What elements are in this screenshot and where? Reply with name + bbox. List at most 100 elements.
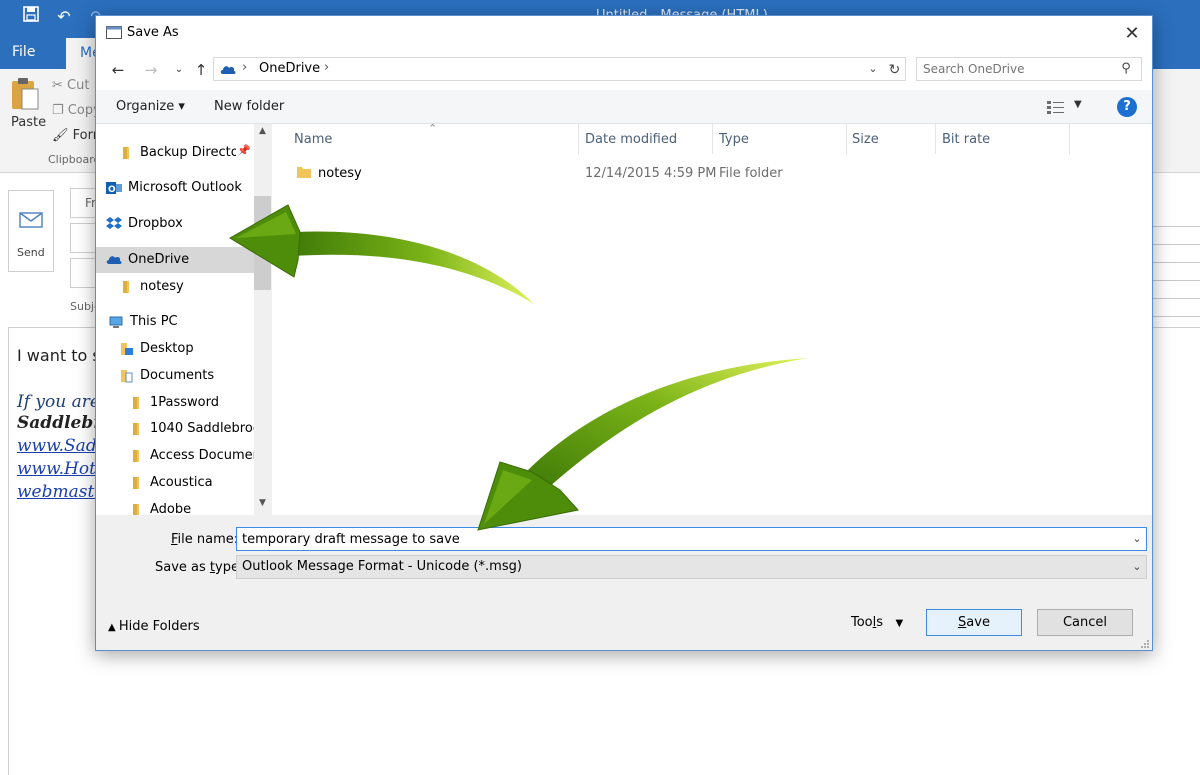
sidebar-item-1040-saddlebrook[interactable]: 1040 Saddlebrook (96, 416, 268, 442)
breadcrumb-chevron-icon[interactable]: › (324, 60, 329, 75)
sidebar-item-access-documents[interactable]: Access Documents (96, 443, 271, 469)
resize-grip-icon[interactable] (1138, 637, 1150, 649)
onedrive-icon (220, 66, 236, 74)
sidebar-item-label: 1040 Saddlebrook (150, 421, 269, 436)
outlook-icon: O (106, 180, 122, 196)
sidebar-item-documents[interactable]: Documents (96, 363, 254, 389)
navigation-pane: Backup Directory 📌 O Microsoft Outlook Dropb… (96, 124, 271, 515)
sidebar-item-label: This PC (130, 314, 178, 329)
folder-icon (128, 502, 144, 515)
field-divider (1152, 244, 1200, 245)
sidebar-item-notesy[interactable]: notesy (96, 274, 254, 300)
address-bar[interactable]: › OneDrive › (213, 57, 906, 81)
search-icon[interactable]: ⚲ (1117, 60, 1135, 78)
cancel-button[interactable]: Cancel (1037, 609, 1133, 636)
sidebar-item-microsoft-outlook[interactable]: O Microsoft Outlook (96, 175, 254, 201)
paste-button[interactable]: Paste (11, 115, 46, 130)
tab-file[interactable]: File (12, 44, 35, 60)
breadcrumb-chevron-icon[interactable]: › (242, 60, 247, 75)
sidebar-item-onedrive[interactable]: OneDrive (96, 247, 254, 273)
chevron-down-icon[interactable]: ⌄ (1128, 556, 1146, 578)
scrollbar-thumb[interactable] (254, 196, 271, 290)
dropbox-icon (106, 216, 122, 232)
up-arrow-icon[interactable]: ↑ (191, 60, 211, 80)
sidebar-item-this-pc[interactable]: This PC (96, 309, 254, 335)
cut-button[interactable]: ✂ Cut (52, 78, 89, 93)
paintbrush-icon: 🖌 (52, 128, 73, 143)
file-name-cell: notesy (318, 166, 362, 181)
envelope-icon (19, 212, 43, 228)
sidebar-item-label: Dropbox (128, 216, 183, 231)
sidebar-item-label: Backup Directory (140, 145, 252, 160)
folder-icon (128, 448, 144, 464)
sidebar-item-adobe[interactable]: Adobe (96, 497, 254, 515)
file-name-label: File name: (171, 532, 239, 547)
computer-icon (108, 314, 124, 330)
documents-folder-icon (118, 368, 134, 384)
field-divider (1152, 316, 1200, 317)
save-as-dialog: Save As ✕ ← → ⌄ ↑ › OneDrive › ⌄ ↻ ⚲ Org… (95, 15, 1153, 651)
tools-dropdown-icon: ▼ (895, 618, 904, 629)
copy-icon: ❐ (52, 103, 68, 118)
command-bar: Organize ▾ New folder ▼ ? (96, 90, 1152, 124)
scroll-down-icon[interactable]: ▼ (254, 498, 271, 514)
svg-text:O: O (108, 185, 116, 195)
scissors-icon: ✂ (52, 78, 68, 93)
sidebar-item-label: OneDrive (128, 252, 190, 267)
sidebar-item-backup-directory[interactable]: Backup Directory 📌 (96, 140, 254, 166)
field-divider (1152, 280, 1200, 281)
chevron-down-icon[interactable]: ⌄ (863, 57, 883, 81)
sidebar-item-1password[interactable]: 1Password (96, 390, 254, 416)
folder-icon (118, 145, 134, 161)
clipboard-icon[interactable] (10, 77, 40, 111)
search-input[interactable] (923, 60, 1113, 78)
help-icon[interactable]: ? (1117, 97, 1137, 117)
field-divider (1152, 298, 1200, 299)
close-icon[interactable]: ✕ (1114, 20, 1150, 48)
save-as-type-select[interactable]: Outlook Message Format - Unicode (*.msg)… (236, 555, 1147, 579)
save-as-type-label: Save as type: (155, 560, 244, 575)
save-options-panel: File name: ⌄ Save as type: Outlook Messa… (96, 515, 1152, 650)
file-name-combobox[interactable]: ⌄ (236, 527, 1147, 551)
save-as-type-value: Outlook Message Format - Unicode (*.msg) (242, 559, 522, 574)
chevron-down-icon[interactable]: ⌄ (1128, 528, 1146, 550)
scroll-up-icon[interactable]: ▲ (254, 126, 271, 142)
send-button[interactable] (8, 190, 54, 272)
pin-icon[interactable]: 📌 (236, 144, 252, 162)
sidebar-item-dropbox[interactable]: Dropbox (96, 211, 254, 237)
file-list: ⌃ Name Date modified Type Size Bit rate … (272, 122, 1152, 515)
view-options-chevron-icon[interactable]: ▼ (1074, 99, 1082, 110)
folder-icon (128, 421, 144, 437)
forward-arrow-icon[interactable]: → (141, 60, 161, 80)
copy-button[interactable]: ❐ Copy (52, 103, 101, 118)
date-modified-cell: 12/14/2015 4:59 PM (585, 166, 717, 181)
save-dialog-icon (106, 26, 122, 39)
recent-locations-chevron-icon[interactable]: ⌄ (169, 60, 189, 80)
hide-folders-button[interactable]: ▲ Hide Folders (108, 619, 200, 634)
navigation-bar: ← → ⌄ ↑ › OneDrive › ⌄ ↻ ⚲ (96, 50, 1152, 90)
send-label: Send (17, 246, 45, 259)
search-box[interactable]: ⚲ (916, 57, 1142, 81)
tools-button[interactable]: Tools ▼ (851, 615, 903, 630)
dialog-titlebar: Save As ✕ (96, 16, 1152, 50)
undo-icon[interactable]: ↶ (53, 6, 75, 28)
new-folder-button[interactable]: New folder (214, 99, 284, 114)
back-arrow-icon[interactable]: ← (108, 60, 128, 80)
organize-button[interactable]: Organize ▾ (116, 99, 185, 114)
view-mode-icon[interactable] (1046, 99, 1066, 115)
sidebar-item-desktop[interactable]: Desktop (96, 336, 254, 362)
folder-icon (128, 395, 144, 411)
sidebar-item-label: Access Documents (150, 448, 271, 463)
sidebar-item-label: Desktop (140, 341, 194, 356)
file-name-input[interactable] (242, 530, 1122, 548)
sidebar-item-acoustica[interactable]: Acoustica (96, 470, 254, 496)
dialog-title: Save As (127, 25, 179, 40)
sidebar-item-label: Microsoft Outlook (128, 180, 242, 195)
save-icon[interactable] (20, 6, 42, 28)
table-row[interactable]: notesy 12/14/2015 4:59 PM File folder (272, 124, 1152, 204)
refresh-icon[interactable]: ↻ (884, 57, 906, 81)
save-button[interactable]: Save (926, 609, 1022, 636)
breadcrumb-onedrive[interactable]: OneDrive (259, 61, 320, 76)
navigation-scrollbar[interactable] (254, 124, 271, 515)
sidebar-item-label: Adobe (150, 502, 192, 515)
